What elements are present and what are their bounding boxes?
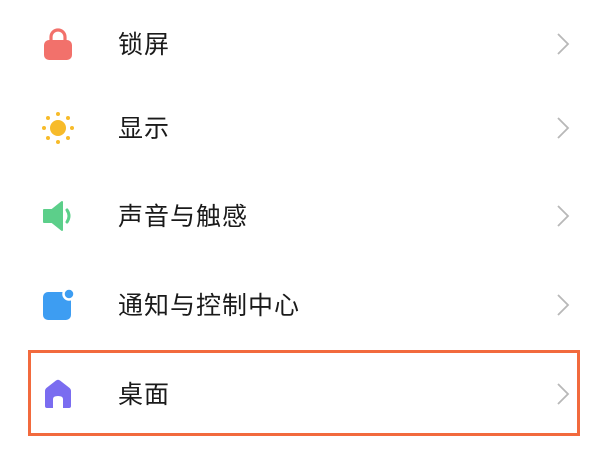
notification-icon	[40, 287, 76, 323]
speaker-icon	[40, 198, 76, 234]
chevron-right-icon	[556, 32, 570, 56]
chevron-right-icon	[556, 293, 570, 317]
settings-list: 锁屏 显示 声音与触感 通知与控制中心 桌面	[0, 0, 600, 450]
settings-item-label: 桌面	[118, 379, 171, 409]
settings-item-label: 锁屏	[118, 29, 171, 59]
chevron-right-icon	[556, 116, 570, 140]
settings-item-lock-screen[interactable]: 锁屏	[0, 0, 600, 88]
settings-item-notifications-control-center[interactable]: 通知与控制中心	[0, 261, 600, 349]
sun-icon	[40, 110, 76, 146]
settings-item-label: 声音与触感	[118, 201, 249, 231]
home-icon	[40, 376, 76, 412]
chevron-right-icon	[556, 382, 570, 406]
lock-icon	[40, 26, 76, 62]
settings-item-home-screen[interactable]: 桌面	[0, 350, 600, 438]
chevron-right-icon	[556, 204, 570, 228]
settings-item-label: 显示	[118, 113, 171, 143]
settings-item-label: 通知与控制中心	[118, 290, 301, 320]
settings-item-display[interactable]: 显示	[0, 84, 600, 172]
settings-item-sound-haptics[interactable]: 声音与触感	[0, 172, 600, 260]
